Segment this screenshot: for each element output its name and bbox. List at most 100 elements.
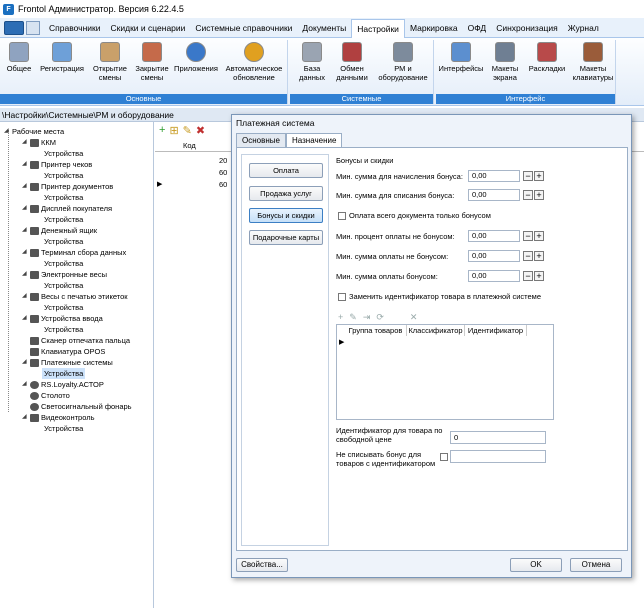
tree-item-scales[interactable]: ◢ Электронные весы	[22, 269, 107, 280]
collapse-icon[interactable]: ◢	[4, 126, 10, 137]
ribbon-keyboard-layouts-button[interactable]: Макеты клавиатуры	[570, 42, 616, 82]
save-icon[interactable]	[26, 20, 40, 35]
properties-button[interactable]: Свойства...	[236, 558, 288, 572]
ribbon-screen-layouts-button[interactable]: Макеты экрана	[486, 42, 524, 82]
collapse-icon[interactable]: ◢	[22, 137, 28, 148]
plus-button[interactable]: +	[534, 190, 544, 200]
edit-icon[interactable]: ✎	[183, 124, 192, 137]
tree-item-devices-selected[interactable]: Устройства	[42, 368, 86, 379]
collapse-icon[interactable]: ◢	[22, 181, 28, 192]
gift-cards-button[interactable]: Подарочные карты	[249, 230, 323, 245]
ribbon-interfaces-button[interactable]: Интерфейсы	[438, 42, 484, 73]
tree-item-devices[interactable]: Устройства	[44, 423, 83, 434]
tree-item-label-scales[interactable]: ◢ Весы с печатью этикеток	[22, 291, 128, 302]
collapse-icon[interactable]: ◢	[22, 357, 28, 368]
app-menu-button[interactable]	[4, 20, 24, 35]
minus-button[interactable]: −	[523, 251, 533, 261]
collapse-icon[interactable]: ◢	[22, 412, 28, 423]
menu-journal[interactable]: Журнал	[563, 19, 604, 37]
tree-item-rs-loyalty[interactable]: ◢ RS.Loyalty.АСТОР	[22, 379, 104, 390]
menu-skidki[interactable]: Скидки и сценарии	[106, 19, 191, 37]
delete-icon[interactable]: ⇥	[363, 312, 371, 323]
delete-icon[interactable]: ✖	[196, 124, 205, 137]
ribbon-database-button[interactable]: База данных	[294, 42, 330, 82]
add-icon[interactable]: +	[338, 312, 343, 322]
ribbon-layouts-button[interactable]: Раскладки	[526, 42, 568, 73]
ribbon-general-button[interactable]: Общее	[4, 42, 34, 73]
collapse-icon[interactable]: ◢	[22, 313, 28, 324]
collapse-icon[interactable]: ◢	[22, 379, 28, 390]
tree-item-devices[interactable]: Устройства	[44, 148, 83, 159]
edit-icon[interactable]: ✎	[349, 312, 357, 323]
collapse-icon[interactable]: ◢	[22, 225, 28, 236]
collapse-icon[interactable]: ◢	[22, 269, 28, 280]
minus-button[interactable]: −	[523, 231, 533, 241]
tree-item-devices[interactable]: Устройства	[44, 324, 83, 335]
tree-item-devices[interactable]: Устройства	[44, 170, 83, 181]
min-accrual-field[interactable]: 0,00	[468, 170, 520, 182]
tree-item-signal-lamp[interactable]: Светосигнальный фонарь	[30, 401, 132, 412]
collapse-icon[interactable]: ◢	[22, 247, 28, 258]
plus-button[interactable]: +	[534, 231, 544, 241]
tree-item-doc-printer[interactable]: ◢ Принтер документов	[22, 181, 113, 192]
tree-item-data-terminal[interactable]: ◢ Терминал сбора данных	[22, 247, 126, 258]
tree-item-opos-keyboard[interactable]: Клавиатура OPOS	[30, 346, 105, 357]
tree-item-fingerprint[interactable]: Сканер отпечатка пальца	[30, 335, 130, 346]
collapse-icon[interactable]: ◢	[22, 291, 28, 302]
ok-button[interactable]: OK	[510, 558, 562, 572]
min-percent-field[interactable]: 0,00	[468, 230, 520, 242]
column-code[interactable]: Код	[183, 140, 196, 152]
clear-icon[interactable]: ✕	[410, 312, 418, 323]
free-price-id-field[interactable]: 0	[450, 431, 546, 444]
ribbon-apps-button[interactable]: Приложения	[172, 42, 220, 73]
plus-button[interactable]: +	[534, 251, 544, 261]
plus-button[interactable]: +	[534, 271, 544, 281]
tree-item-devices[interactable]: Устройства	[44, 236, 83, 247]
tree-item-devices[interactable]: Устройства	[44, 214, 83, 225]
tree-item-devices[interactable]: Устройства	[44, 192, 83, 203]
ribbon-auto-update-button[interactable]: Автоматическое обновление	[222, 42, 286, 82]
tree-item-cash-drawer[interactable]: ◢ Денежный ящик	[22, 225, 97, 236]
tree-item-stoloto[interactable]: Столото	[30, 390, 70, 401]
tree-item-video-control[interactable]: ◢ Видеоконтроль	[22, 412, 95, 423]
menu-sync[interactable]: Синхронизация	[491, 19, 563, 37]
cancel-button[interactable]: Отмена	[570, 558, 622, 572]
collapse-icon[interactable]: ◢	[22, 159, 28, 170]
plus-button[interactable]: +	[534, 171, 544, 181]
no-writeoff-field[interactable]	[450, 450, 546, 463]
minus-button[interactable]: −	[523, 190, 533, 200]
minus-button[interactable]: −	[523, 271, 533, 281]
full-bonus-payment-checkbox[interactable]	[338, 212, 346, 220]
menu-system-spravochniki[interactable]: Системные справочники	[190, 19, 297, 37]
ribbon-close-shift-button[interactable]: Закрытие смены	[132, 42, 172, 82]
bonus-discount-button[interactable]: Бонусы и скидки	[249, 208, 323, 223]
tree-item-customer-display[interactable]: ◢ Дисплей покупателя	[22, 203, 112, 214]
column-identifier[interactable]: Идентификатор	[465, 325, 527, 336]
menu-settings[interactable]: Настройки	[351, 18, 405, 38]
tree-item-devices[interactable]: Устройства	[44, 302, 83, 313]
tree-item-payment-systems[interactable]: ◢ Платежные системы	[22, 357, 113, 368]
ribbon-open-shift-button[interactable]: Открытие смены	[88, 42, 132, 82]
menu-marking[interactable]: Маркировка	[405, 19, 463, 37]
replace-id-checkbox[interactable]	[338, 293, 346, 301]
refresh-icon[interactable]: ⟳	[376, 312, 384, 323]
services-sale-button[interactable]: Продажа услуг	[249, 186, 323, 201]
min-non-bonus-field[interactable]: 0,00	[468, 250, 520, 262]
menu-spravochniki[interactable]: Справочники	[44, 19, 106, 37]
menu-documents[interactable]: Документы	[297, 19, 351, 37]
ribbon-exchange-button[interactable]: Обмен данными	[332, 42, 372, 82]
ribbon-registration-button[interactable]: Регистрация	[38, 42, 86, 73]
min-bonus-field[interactable]: 0,00	[468, 270, 520, 282]
payment-button[interactable]: Оплата	[249, 163, 323, 178]
tree-item-devices[interactable]: Устройства	[44, 280, 83, 291]
tree-item-input-devices[interactable]: ◢ Устройства ввода	[22, 313, 103, 324]
tree-item-kkm[interactable]: ◢ ККМ	[22, 137, 56, 148]
tab-basic[interactable]: Основные	[236, 133, 286, 147]
id-mapping-grid[interactable]: Группа товаров Классификатор Идентификат…	[336, 324, 554, 420]
column-classifier[interactable]: Классификатор	[407, 325, 465, 336]
column-product-group[interactable]: Группа товаров	[345, 325, 407, 336]
tree-item-devices[interactable]: Устройства	[44, 258, 83, 269]
collapse-icon[interactable]: ◢	[22, 203, 28, 214]
tree-root[interactable]: ◢ Рабочие места	[4, 126, 64, 137]
tree-item-receipt-printer[interactable]: ◢ Принтер чеков	[22, 159, 92, 170]
